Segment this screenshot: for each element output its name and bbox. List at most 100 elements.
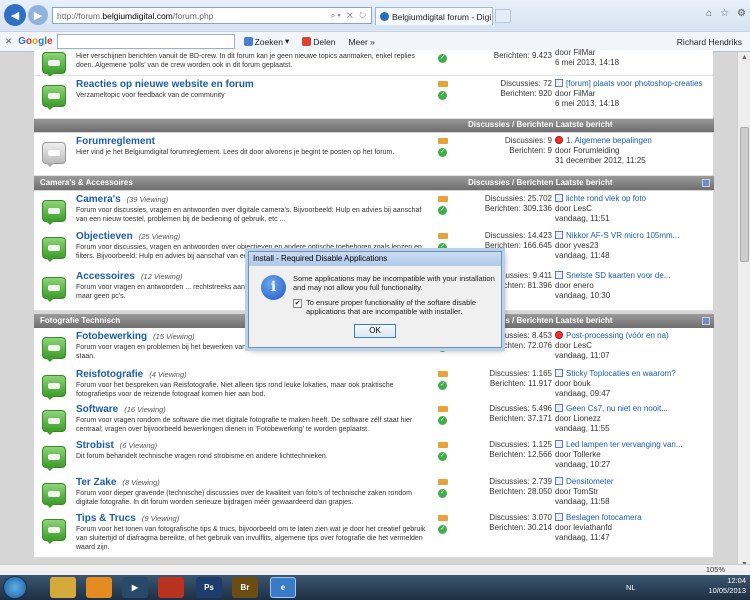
outlook-icon[interactable] xyxy=(86,577,112,598)
collapse-icon[interactable] xyxy=(702,317,710,325)
check-icon: ✓ xyxy=(438,452,447,461)
taskbar: ▶ Ps Br e NL 12:04 10/05/2013 xyxy=(0,575,750,600)
clock[interactable]: 12:04 10/05/2013 xyxy=(708,576,746,596)
forum-stats: Discussies: 72 Berichten: 920 xyxy=(500,79,552,98)
forum-title[interactable]: Objectieven (25 Viewing) xyxy=(76,231,180,242)
check-icon: ✓ xyxy=(438,381,447,390)
last-post: [forum] plaats voor photoshop-creaties do… xyxy=(555,79,703,108)
start-button[interactable] xyxy=(3,576,27,599)
forum-description: Hier verschijnen berichten vanuit de BD-… xyxy=(76,53,415,69)
google-search-input[interactable] xyxy=(56,34,235,49)
post-icon xyxy=(555,79,563,87)
share-icon xyxy=(302,37,312,46)
google-logo: Google xyxy=(18,36,53,47)
url-suffix: /forum.php xyxy=(172,10,214,21)
zoeken-button[interactable]: Zoeken ▾ xyxy=(239,34,295,49)
forum-title[interactable]: Fotobewerking (15 Viewing) xyxy=(76,331,195,342)
forward-button[interactable]: ▶ xyxy=(28,5,48,25)
forum-row[interactable]: Forumreglement Hier vind je het Belgiumdi… xyxy=(34,133,713,176)
forum-title[interactable]: Camera's (39 Viewing) xyxy=(76,194,168,205)
rss-icon[interactable] xyxy=(438,371,448,377)
forum-description: Forum voor dieper gravende (technische) … xyxy=(76,490,412,506)
group-header-forumreglement: Discussies / Berichten Laatste bericht xyxy=(34,118,714,132)
dialog-message: Some applications may be incompatible wi… xyxy=(293,274,495,292)
post-icon xyxy=(555,404,563,412)
group-header-cameras: Camera's & Accessoires Discussies / Beric… xyxy=(34,176,714,190)
rss-icon[interactable] xyxy=(438,233,448,239)
forum-title[interactable]: Software (16 Viewing) xyxy=(76,404,166,415)
collapse-icon[interactable] xyxy=(702,179,710,187)
forum-stats: Discussies: 3.070 Berichten: 30.214 xyxy=(489,513,552,532)
google-user[interactable]: Richard Hendriks xyxy=(677,37,742,47)
settings-gear-icon[interactable]: ⚙ xyxy=(737,8,746,19)
forum-status-icon xyxy=(42,142,66,167)
address-tools-icon[interactable]: ⌕▾ ✕ ↻ xyxy=(331,11,371,21)
language-indicator[interactable]: NL xyxy=(626,583,636,592)
post-icon xyxy=(555,136,563,144)
last-post: Sticky Toplocaties en waarom? door bouk va… xyxy=(555,369,676,398)
forum-stats: Discussies: 1.165 Berichten: 11.917 xyxy=(489,369,552,388)
rss-icon[interactable] xyxy=(438,479,448,485)
favorites-star-icon[interactable]: ☆ xyxy=(720,8,729,19)
rss-icon[interactable] xyxy=(438,515,448,521)
scroll-up-icon[interactable]: ▲ xyxy=(740,54,749,63)
media-player-icon[interactable]: ▶ xyxy=(122,577,148,598)
check-icon: ✓ xyxy=(438,91,447,100)
forum-title[interactable]: Strobist (6 Viewing) xyxy=(76,440,157,451)
forum-description: Forum voor het tonen van fotografische t… xyxy=(76,526,426,551)
check-icon: ✓ xyxy=(438,54,447,63)
forum-description: Forum voor vragen rondom de software die… xyxy=(76,417,413,433)
rss-icon[interactable] xyxy=(438,138,448,144)
check-icon: ✓ xyxy=(438,416,447,425)
new-tab-button[interactable] xyxy=(495,9,511,23)
forum-description: Forum voor discussies, vragen en antwoor… xyxy=(76,207,422,223)
tab-title: Belgiumdigital forum - Digi... xyxy=(392,11,493,22)
photoshop-icon[interactable]: Ps xyxy=(196,577,222,598)
forum-title[interactable]: Accessoires (12 Viewing) xyxy=(76,271,183,282)
disable-apps-checkbox[interactable]: ✔ xyxy=(293,299,302,308)
scroll-thumb[interactable] xyxy=(740,127,749,262)
zoom-level[interactable]: 105% xyxy=(706,565,725,574)
meer-button[interactable]: Meer » xyxy=(343,35,379,49)
post-icon xyxy=(555,477,563,485)
forum-stats: Discussies: 5.496 Berichten: 37.171 xyxy=(489,404,552,423)
rss-icon[interactable] xyxy=(438,196,448,202)
forum-title[interactable]: Forumreglement xyxy=(76,136,161,147)
address-bar[interactable]: http://forum. belgiumdigital.com/forum.ph… xyxy=(52,7,372,24)
forum-row[interactable]: Hier verschijnen berichten vanuit de BD-… xyxy=(34,48,713,77)
forum-title[interactable]: Ter Zake (8 Viewing) xyxy=(76,477,160,488)
forum-description: Forum voor het bespreken van Reisfotogra… xyxy=(76,382,394,398)
forum-row[interactable]: Tips & Trucs (9 Viewing) Forum voor het to… xyxy=(34,510,713,558)
forum-status-icon xyxy=(42,483,66,508)
check-icon: ✓ xyxy=(438,489,447,498)
post-icon xyxy=(555,194,563,202)
internet-explorer-icon[interactable]: e xyxy=(270,577,296,598)
last-post: Nikkor AF-S VR micro 105mm... door yves23… xyxy=(555,231,680,260)
rss-icon[interactable] xyxy=(438,442,448,448)
browser-tab[interactable]: Belgiumdigital forum - Digi... ✕ xyxy=(375,7,493,25)
window-controls: ⌂ ☆ ⚙ xyxy=(706,8,746,19)
app-icon[interactable] xyxy=(158,577,184,598)
forum-title[interactable]: Tips & Trucs (9 Viewing) xyxy=(76,513,179,524)
forum-title[interactable]: Reacties op nieuwe website en forum xyxy=(76,79,260,90)
toolbar-close-icon[interactable]: ✕ xyxy=(5,36,12,47)
forum-status-icon xyxy=(42,237,66,262)
checkbox-label: To ensure proper functionality of the so… xyxy=(306,298,477,316)
back-button[interactable]: ◀ xyxy=(4,4,26,26)
forum-description: Dit forum behandelt technische vragen ro… xyxy=(76,453,328,460)
ok-button[interactable]: OK xyxy=(354,324,396,338)
delen-button[interactable]: Delen xyxy=(297,35,340,49)
rss-icon[interactable] xyxy=(438,81,448,87)
forum-status-icon xyxy=(42,337,66,362)
forum-title[interactable]: Reisfotografie (4 Viewing) xyxy=(76,369,187,380)
vertical-scrollbar[interactable]: ▲ ▼ xyxy=(737,52,750,572)
home-icon[interactable]: ⌂ xyxy=(706,8,712,19)
browser-chrome: ◀ ▶ http://forum. belgiumdigital.com/foru… xyxy=(0,0,750,52)
bridge-icon[interactable]: Br xyxy=(232,577,258,598)
forum-status-icon xyxy=(42,375,66,400)
explorer-icon[interactable] xyxy=(50,577,76,598)
last-post: Post-processing (vóór en na) door LesC van… xyxy=(555,331,669,360)
forum-status-icon xyxy=(42,446,66,471)
rss-icon[interactable] xyxy=(438,406,448,412)
forum-row[interactable]: Reacties op nieuwe website en forum Verza… xyxy=(34,76,713,119)
